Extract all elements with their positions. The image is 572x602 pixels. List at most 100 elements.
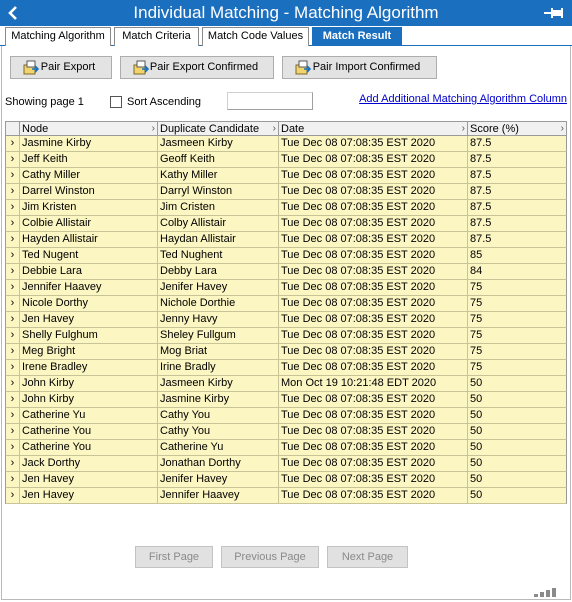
cell-node: Colbie Allistair: [20, 216, 158, 231]
table-row[interactable]: › John Kirby Jasmine Kirby Tue Dec 08 07:08…: [5, 392, 567, 408]
pair-export-confirmed-label: Pair Export Confirmed: [149, 61, 259, 73]
grid-body: › Jasmine Kirby Jasmeen Kirby Tue Dec 08 07…: [5, 136, 567, 504]
next-page-button[interactable]: Next Page: [327, 546, 408, 568]
table-row[interactable]: › Jen Havey Jenifer Havey Tue Dec 08 07:08:…: [5, 472, 567, 488]
page-input[interactable]: [227, 92, 313, 110]
cell-node: Catherine Yu: [20, 408, 158, 423]
row-expand-icon[interactable]: ›: [6, 216, 20, 231]
header-score[interactable]: Score (%) ›: [468, 122, 566, 136]
cell-duplicate-candidate: Jasmeen Kirby: [158, 136, 279, 151]
tab-match-code-values[interactable]: Match Code Values: [202, 27, 309, 46]
cell-duplicate-candidate: Sheley Fullgum: [158, 328, 279, 343]
cell-score: 50: [470, 425, 483, 437]
table-row[interactable]: › Nicole Dorthy Nichole Dorthie Tue Dec 08 …: [5, 296, 567, 312]
sort-ascending-checkbox[interactable]: [110, 96, 122, 108]
row-expand-icon[interactable]: ›: [6, 488, 20, 503]
table-row[interactable]: › Hayden Allistair Haydan Allistair Tue Dec…: [5, 232, 567, 248]
row-expand-icon[interactable]: ›: [6, 184, 20, 199]
table-row[interactable]: › Jen Havey Jenny Havy Tue Dec 08 07:08:35 …: [5, 312, 567, 328]
cell-node: Jen Havey: [20, 488, 158, 503]
pair-export-confirmed-button[interactable]: Pair Export Confirmed: [120, 56, 274, 79]
cell-date: Tue Dec 08 07:08:35 EST 2020: [279, 216, 468, 231]
row-expand-icon[interactable]: ›: [6, 232, 20, 247]
cell-date: Tue Dec 08 07:08:35 EST 2020: [279, 136, 468, 151]
table-row[interactable]: › Jack Dorthy Jonathan Dorthy Tue Dec 08 07…: [5, 456, 567, 472]
add-matching-algorithm-column-link[interactable]: Add Additional Matching Algorithm Column: [359, 93, 567, 105]
row-expand-icon[interactable]: ›: [6, 376, 20, 391]
cell-duplicate-candidate: Debby Lara: [158, 264, 279, 279]
header-expander: [6, 122, 20, 136]
cell-date: Tue Dec 08 07:08:35 EST 2020: [279, 488, 468, 503]
row-expand-icon[interactable]: ›: [6, 152, 20, 167]
table-row[interactable]: › Jennifer Haavey Jenifer Havey Tue Dec 08 …: [5, 280, 567, 296]
tab-match-result[interactable]: Match Result: [312, 27, 402, 46]
cell-node: John Kirby: [20, 376, 158, 391]
table-row[interactable]: › Cathy Miller Kathy Miller Tue Dec 08 07:0…: [5, 168, 567, 184]
cell-node: Darrel Winston: [20, 184, 158, 199]
cell-node: Jack Dorthy: [20, 456, 158, 471]
header-date[interactable]: Date ›: [279, 122, 468, 136]
table-row[interactable]: › Meg Bright Mog Briat Tue Dec 08 07:08:35 …: [5, 344, 567, 360]
table-row[interactable]: › Jeff Keith Geoff Keith Tue Dec 08 07:08:3…: [5, 152, 567, 168]
row-expand-icon[interactable]: ›: [6, 136, 20, 151]
cell-date: Tue Dec 08 07:08:35 EST 2020: [279, 264, 468, 279]
cell-date: Tue Dec 08 07:08:35 EST 2020: [279, 456, 468, 471]
table-row[interactable]: › Ted Nugent Ted Nughent Tue Dec 08 07:08:3…: [5, 248, 567, 264]
pair-import-confirmed-button[interactable]: Pair Import Confirmed: [282, 56, 437, 79]
table-row[interactable]: › John Kirby Jasmeen Kirby Mon Oct 19 10:21…: [5, 376, 567, 392]
table-row[interactable]: › Darrel Winston Darryl Winston Tue Dec 08 …: [5, 184, 567, 200]
sort-arrow-icon: ›: [272, 123, 276, 134]
row-expand-icon[interactable]: ›: [6, 312, 20, 327]
export-icon: [23, 60, 39, 75]
table-row[interactable]: › Shelly Fulghum Sheley Fullgum Tue Dec 08 …: [5, 328, 567, 344]
row-expand-icon[interactable]: ›: [6, 248, 20, 263]
tab-match-criteria[interactable]: Match Criteria: [114, 27, 199, 46]
row-expand-icon[interactable]: ›: [6, 472, 20, 487]
table-row[interactable]: › Irene Bradley Irine Bradly Tue Dec 08 07:…: [5, 360, 567, 376]
table-row[interactable]: › Catherine You Cathy You Tue Dec 08 07:08:…: [5, 424, 567, 440]
row-expand-icon[interactable]: ›: [6, 360, 20, 375]
table-row[interactable]: › Jasmine Kirby Jasmeen Kirby Tue Dec 08 07…: [5, 136, 567, 152]
row-expand-icon[interactable]: ›: [6, 200, 20, 215]
cell-score: 87.5: [470, 217, 492, 229]
row-expand-icon[interactable]: ›: [6, 280, 20, 295]
row-expand-icon[interactable]: ›: [6, 408, 20, 423]
header-node[interactable]: Node ›: [20, 122, 158, 136]
cell-node: John Kirby: [20, 392, 158, 407]
row-expand-icon[interactable]: ›: [6, 264, 20, 279]
cell-date: Tue Dec 08 07:08:35 EST 2020: [279, 440, 468, 455]
first-page-button[interactable]: First Page: [135, 546, 213, 568]
table-row[interactable]: › Catherine Yu Cathy You Tue Dec 08 07:08:3…: [5, 408, 567, 424]
cell-node: Nicole Dorthy: [20, 296, 158, 311]
cell-score: 87.5: [470, 153, 492, 165]
cell-score: 84: [470, 265, 483, 277]
row-expand-icon[interactable]: ›: [6, 424, 20, 439]
table-row[interactable]: › Jen Havey Jennifer Haavey Tue Dec 08 07:0…: [5, 488, 567, 504]
row-expand-icon[interactable]: ›: [6, 296, 20, 311]
cell-date: Tue Dec 08 07:08:35 EST 2020: [279, 408, 468, 423]
cell-node: Ted Nugent: [20, 248, 158, 263]
header-duplicate-candidate[interactable]: Duplicate Candidate ›: [158, 122, 279, 136]
table-row[interactable]: › Debbie Lara Debby Lara Tue Dec 08 07:08:3…: [5, 264, 567, 280]
table-row[interactable]: › Colbie Allistair Colby Allistair Tue Dec …: [5, 216, 567, 232]
pin-button[interactable]: [542, 3, 566, 23]
row-expand-icon[interactable]: ›: [6, 168, 20, 183]
row-expand-icon[interactable]: ›: [6, 456, 20, 471]
row-expand-icon[interactable]: ›: [6, 328, 20, 343]
table-row[interactable]: › Jim Kristen Jim Cristen Tue Dec 08 07:08:…: [5, 200, 567, 216]
row-expand-icon[interactable]: ›: [6, 344, 20, 359]
header-node-label: Node: [22, 123, 49, 135]
cell-node: Jennifer Haavey: [20, 280, 158, 295]
pair-export-button[interactable]: Pair Export: [10, 56, 112, 79]
previous-page-button[interactable]: Previous Page: [221, 546, 319, 568]
tab-matching-algorithm[interactable]: Matching Algorithm: [5, 27, 111, 46]
cell-score: 87.5: [470, 201, 492, 213]
grid-header: Node › Duplicate Candidate › Date › Score (…: [5, 121, 567, 136]
cell-duplicate-candidate: Jim Cristen: [158, 200, 279, 215]
table-row[interactable]: › Catherine You Catherine Yu Tue Dec 08 07:…: [5, 440, 567, 456]
cell-duplicate-candidate: Geoff Keith: [158, 152, 279, 167]
row-expand-icon[interactable]: ›: [6, 440, 20, 455]
row-expand-icon[interactable]: ›: [6, 392, 20, 407]
cell-date: Tue Dec 08 07:08:35 EST 2020: [279, 248, 468, 263]
sort-arrow-icon: ›: [560, 123, 564, 134]
